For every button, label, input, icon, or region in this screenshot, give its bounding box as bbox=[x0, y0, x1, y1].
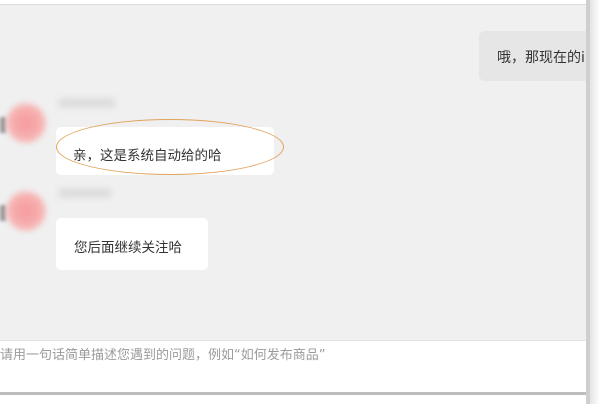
sender-name-blurred bbox=[58, 188, 112, 198]
app-window: 哦，那现在的i 亲，这是系统自动给的哈 您后面继续关注哈 bbox=[0, 0, 600, 404]
avatar-edge bbox=[0, 205, 6, 221]
message-input-area[interactable] bbox=[0, 340, 586, 393]
message-input[interactable] bbox=[0, 348, 580, 363]
incoming-message-bubble: 您后面继续关注哈 bbox=[56, 218, 208, 270]
outgoing-message-bubble: 哦，那现在的i bbox=[479, 31, 592, 81]
avatar[interactable] bbox=[6, 191, 46, 231]
window-shadow bbox=[590, 0, 600, 404]
chat-message-panel[interactable]: 哦，那现在的i 亲，这是系统自动给的哈 您后面继续关注哈 bbox=[0, 4, 592, 341]
avatar-edge bbox=[0, 117, 6, 133]
incoming-message-text: 您后面继续关注哈 bbox=[74, 240, 182, 256]
avatar[interactable] bbox=[6, 103, 46, 143]
highlight-ellipse-annotation bbox=[56, 119, 284, 175]
outgoing-message-text: 哦，那现在的i bbox=[497, 50, 585, 66]
sender-name-blurred bbox=[58, 98, 116, 108]
window-bottom-border bbox=[0, 392, 592, 395]
